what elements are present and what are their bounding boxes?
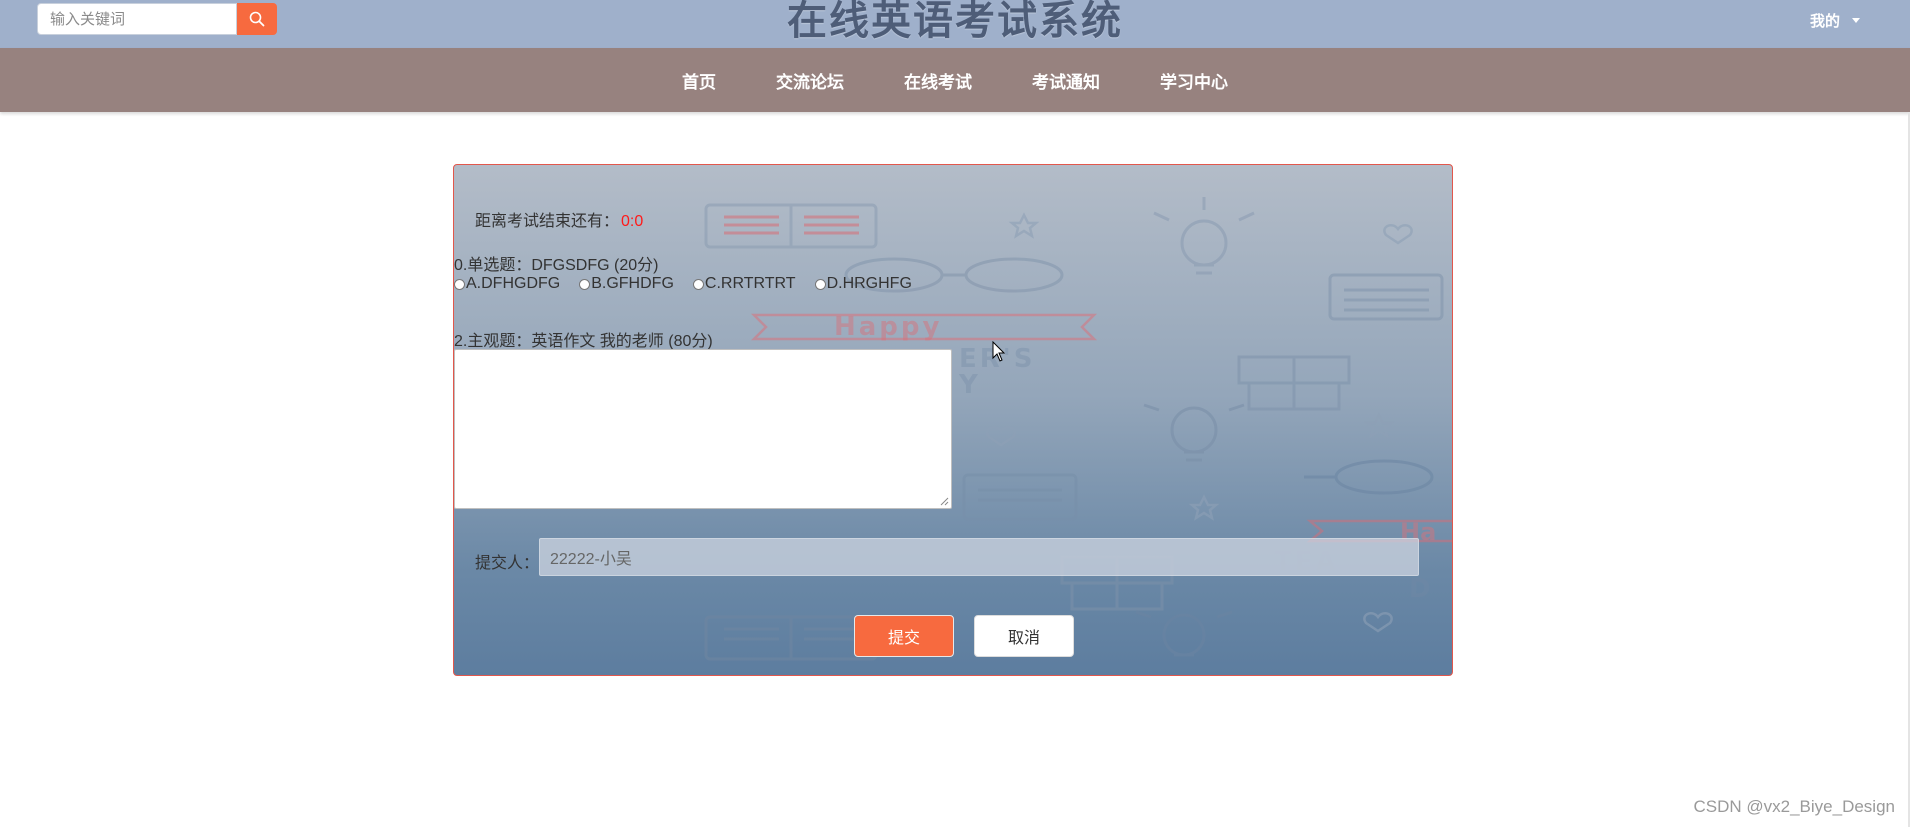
main-nav: 首页 交流论坛 在线考试 考试通知 学习中心 [0,48,1910,112]
nav-item-forum[interactable]: 交流论坛 [776,68,844,93]
submitter-label: 提交人： [475,555,540,572]
watermark: CSDN @vx2_Biye_Design [1693,797,1895,816]
option-label: B.GFHDFG [591,275,674,292]
resize-handle-icon[interactable] [939,496,949,506]
nav-item-home[interactable]: 首页 [682,68,716,93]
radio-button[interactable] [454,278,465,290]
radio-button[interactable] [692,278,704,290]
submit-button[interactable]: 提交 [854,615,954,657]
user-menu[interactable]: 我的 [1810,10,1860,31]
option-label: A.DFHGDFG [466,275,561,292]
nav-item-study-center[interactable]: 学习中心 [1160,68,1228,93]
option-c[interactable]: C.RRTRTRT [692,275,796,293]
option-b[interactable]: B.GFHDFG [579,275,674,293]
essay-answer-textarea[interactable] [454,349,952,509]
submitter-field[interactable]: 22222-小吴 [539,538,1419,576]
radio-button[interactable] [579,278,591,290]
option-label: D.HRGHFG [826,275,912,292]
question-2-title: 2.主观题：英语作文 我的老师 (80分) [454,333,713,350]
top-bar: 在线英语考试系统 我的 [0,0,1910,48]
cancel-button[interactable]: 取消 [974,615,1074,657]
question-1-title: 0.单选题：DFGSDFG (20分) [454,257,659,274]
option-label: C.RRTRTRT [704,275,796,292]
mouse-pointer-icon [992,341,1006,362]
site-title: 在线英语考试系统 [787,0,1123,44]
nav-item-exam-notice[interactable]: 考试通知 [1032,68,1100,93]
user-menu-label: 我的 [1809,13,1840,30]
option-a[interactable]: A.DFHGDFG [454,275,560,293]
radio-button[interactable] [814,278,826,290]
timer-value: 0:0 [621,213,644,230]
question-1-options: A.DFHGDFG B.GFHDFG C.RRTRTRT D.HRGHFG [454,275,931,293]
exam-form: 距离考试结束还有： 0:0 0.单选题：DFGSDFG (20分) A.DFHGD… [454,165,1452,675]
chevron-down-icon [1852,18,1860,23]
exam-timer: 距离考试结束还有： 0:0 [475,207,643,231]
timer-label: 距离考试结束还有： [475,213,620,230]
exam-panel: Happy ER'S Y Ha TEA D 距离考试结束还有：0:0 0.单选题… [453,164,1453,676]
nav-item-online-exam[interactable]: 在线考试 [904,68,972,93]
option-d[interactable]: D.HRGHFG [814,275,912,293]
